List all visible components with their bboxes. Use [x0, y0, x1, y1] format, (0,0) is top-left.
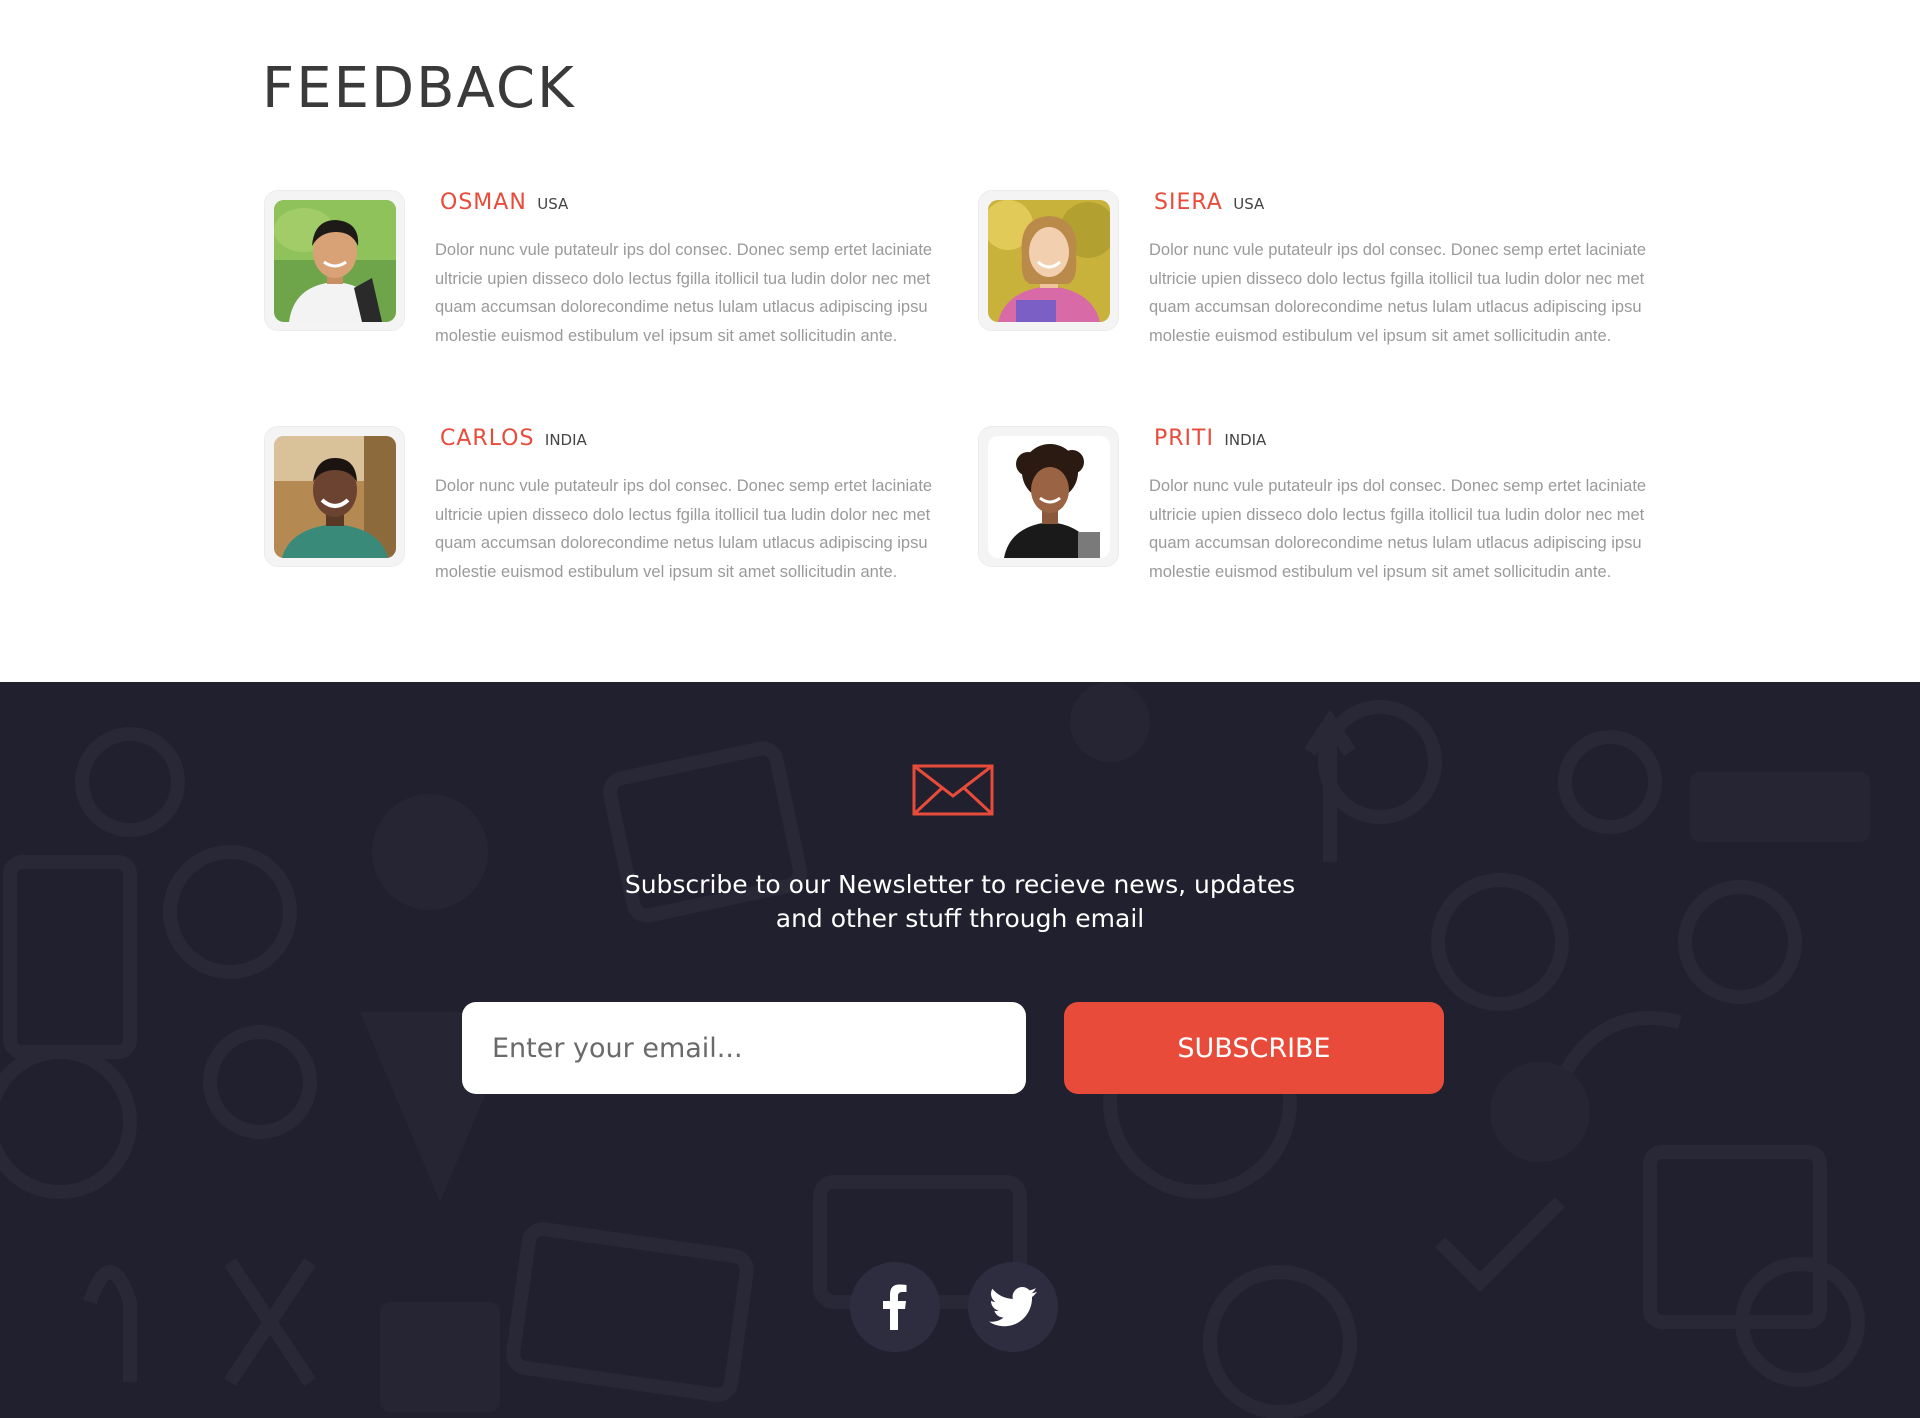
avatar-frame — [264, 426, 405, 567]
avatar — [274, 436, 396, 558]
testimonial-card: SIERA USA Dolor nunc vule putateulr ips … — [978, 190, 1678, 390]
facebook-button[interactable] — [850, 1262, 940, 1352]
avatar-frame — [978, 190, 1119, 331]
person-heading: OSMAN USA — [440, 190, 568, 220]
testimonial-card: CARLOS INDIA Dolor nunc vule putateulr i… — [264, 426, 964, 626]
feedback-section: FEEDBACK OSMAN USA Dolor nunc vule putat… — [0, 0, 1920, 682]
newsletter-line-2: and other stuff through email — [775, 904, 1145, 933]
avatar — [988, 200, 1110, 322]
person-name: CARLOS — [440, 426, 535, 451]
person-country: USA — [1233, 195, 1265, 213]
testimonial-text: Dolor nunc vule putateulr ips dol consec… — [1149, 477, 1647, 581]
twitter-icon — [989, 1287, 1037, 1327]
email-input[interactable] — [462, 1002, 1026, 1094]
facebook-icon — [883, 1284, 907, 1330]
avatar — [988, 436, 1110, 558]
testimonial-text: Dolor nunc vule putateulr ips dol consec… — [1149, 241, 1647, 345]
newsletter-line-1: Subscribe to our Newsletter to recieve n… — [624, 870, 1296, 899]
testimonial-card: OSMAN USA Dolor nunc vule putateulr ips … — [264, 190, 964, 390]
avatar — [274, 200, 396, 322]
testimonial-card: PRITI INDIA Dolor nunc vule putateulr ip… — [978, 426, 1678, 626]
avatar-frame — [264, 190, 405, 331]
person-heading: PRITI INDIA — [1154, 426, 1266, 456]
person-country: INDIA — [1224, 431, 1267, 449]
person-country: USA — [537, 195, 569, 213]
testimonial-text: Dolor nunc vule putateulr ips dol consec… — [435, 241, 933, 345]
person-country: INDIA — [544, 431, 587, 449]
subscribe-button[interactable]: SUBSCRIBE — [1064, 1002, 1444, 1094]
section-title: FEEDBACK — [262, 56, 576, 121]
person-heading: SIERA USA — [1154, 190, 1264, 220]
avatar-frame — [978, 426, 1119, 567]
person-name: PRITI — [1154, 426, 1214, 451]
person-name: OSMAN — [440, 190, 527, 215]
person-heading: CARLOS INDIA — [440, 426, 587, 456]
testimonial-text: Dolor nunc vule putateulr ips dol consec… — [435, 477, 933, 581]
twitter-button[interactable] — [968, 1262, 1058, 1352]
envelope-icon — [912, 764, 994, 816]
newsletter-section: Subscribe to our Newsletter to recieve n… — [0, 682, 1920, 1418]
newsletter-description: Subscribe to our Newsletter to recieve n… — [560, 868, 1360, 936]
person-name: SIERA — [1154, 190, 1223, 215]
